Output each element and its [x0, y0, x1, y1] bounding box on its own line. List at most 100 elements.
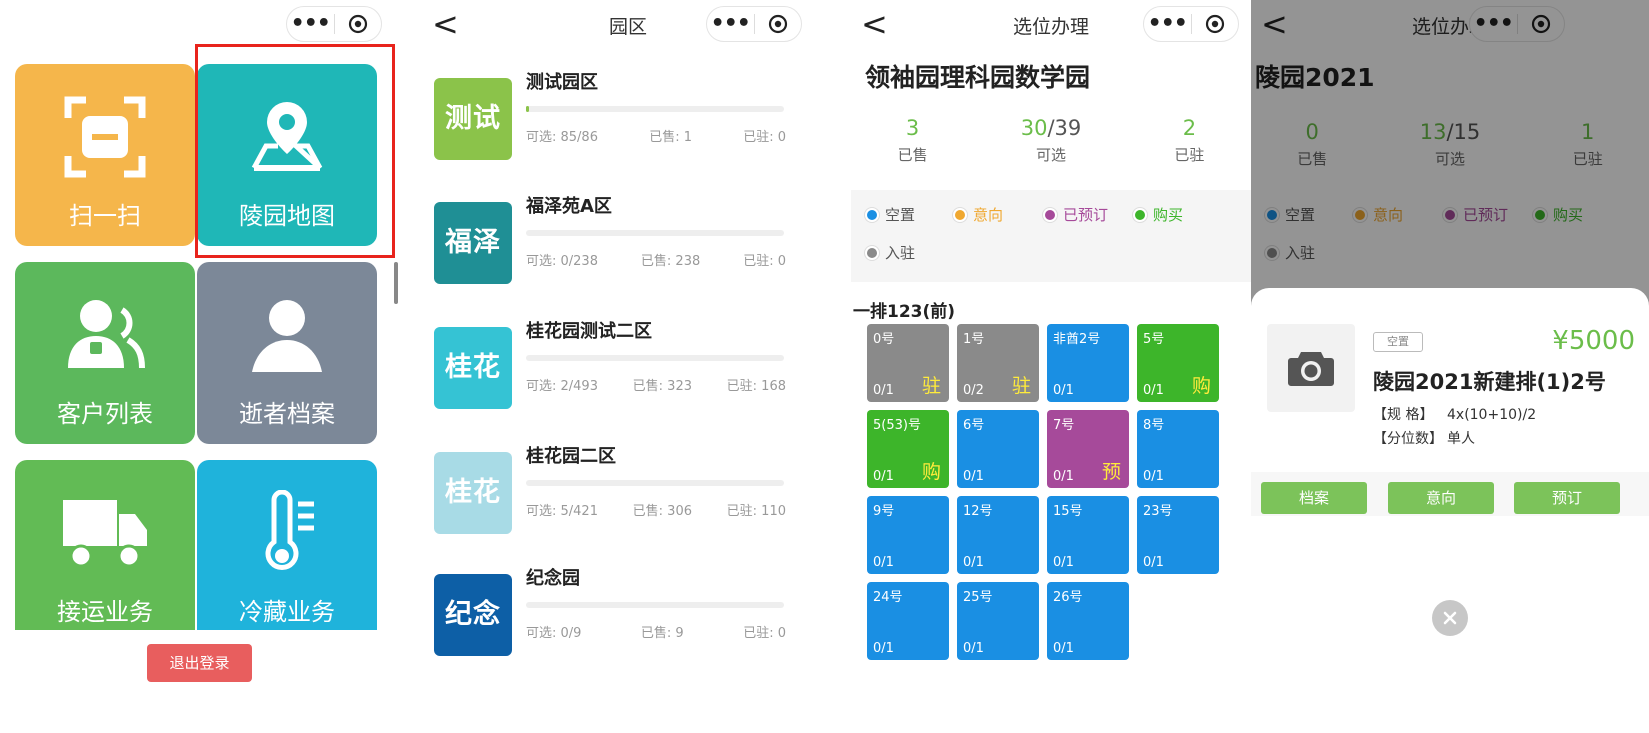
- navbar: < 选位办理 •••: [851, 0, 1251, 48]
- stat-available-value: 30: [1020, 116, 1048, 140]
- plot-cell[interactable]: 23号 0/1: [1137, 496, 1219, 574]
- more-icon[interactable]: •••: [707, 6, 754, 42]
- plot-number: 9号: [873, 504, 895, 519]
- progress-bar: [526, 230, 784, 236]
- action-bar: 档案 意向 预订: [1251, 472, 1649, 516]
- list-item[interactable]: 测试 测试园区 可选: 85/86 已售: 1 已驻: 0: [414, 64, 842, 188]
- navbar: < 园区 •••: [414, 0, 842, 48]
- miniprogram-capsule: •••: [286, 6, 382, 42]
- plot-name: 陵园2021新建排(1)2号: [1373, 370, 1606, 394]
- plot-count: 0/2: [963, 383, 984, 398]
- plot-number: 5(53)号: [873, 418, 921, 433]
- thermometer-icon: [244, 489, 330, 580]
- close-miniprogram-icon[interactable]: [1192, 14, 1239, 34]
- miniprogram-capsule: •••: [706, 6, 802, 42]
- highlight-box: [195, 44, 395, 258]
- close-miniprogram-icon[interactable]: [335, 14, 382, 34]
- stat-occupied: 2 已驻: [1174, 116, 1204, 165]
- list-item[interactable]: 桂花 桂花园测试二区 可选: 2/493 已售: 323 已驻: 168: [414, 313, 842, 437]
- plot-count: 0/1: [1053, 641, 1074, 656]
- plot-cell[interactable]: 5号 0/1 购: [1137, 324, 1219, 402]
- archive-button[interactable]: 档案: [1261, 482, 1367, 514]
- plot-number: 24号: [873, 590, 903, 605]
- stat-available: 可选: 5/421: [526, 504, 598, 519]
- plot-number: 7号: [1053, 418, 1075, 433]
- plot-cell[interactable]: 8号 0/1: [1137, 410, 1219, 488]
- more-icon[interactable]: •••: [1144, 6, 1191, 42]
- scrollbar[interactable]: [394, 262, 398, 304]
- legend-dot-icon: [953, 207, 967, 222]
- legend-dot-icon: [1133, 207, 1147, 222]
- footer: 退出登录: [0, 630, 400, 733]
- plot-detail-screen: < 选位办理 ••• 陵园2021 0 已售 13/15 可选 1 已驻 空置意…: [1251, 0, 1649, 733]
- stat-occupied: 已驻: 0: [743, 254, 786, 269]
- park-badge: 桂花: [434, 327, 512, 409]
- plot-cell[interactable]: 9号 0/1: [867, 496, 949, 574]
- stat-occupied: 已驻: 0: [743, 626, 786, 641]
- status-legend: 空置 意向 已预订 购买 入驻: [851, 190, 1251, 282]
- close-miniprogram-icon[interactable]: [755, 14, 802, 34]
- park-list-screen: < 园区 ••• 测试 测试园区 可选: 85/86 已售: 1 已驻: 0 福泽 福泽苑A…: [414, 0, 842, 733]
- stat-available: 可选: 0/9: [526, 626, 582, 641]
- park-name: 纪念园: [526, 568, 580, 589]
- plot-cell[interactable]: 25号 0/1: [957, 582, 1039, 660]
- logout-button[interactable]: 退出登录: [147, 644, 252, 682]
- stat-occupied: 已驻: 168: [726, 379, 786, 394]
- plot-photo[interactable]: [1267, 324, 1355, 412]
- plot-cell[interactable]: 0号 0/1 驻: [867, 324, 949, 402]
- intent-button[interactable]: 意向: [1388, 482, 1494, 514]
- reserve-button[interactable]: 预订: [1514, 482, 1620, 514]
- park-stats: 可选: 0/238 已售: 238 已驻: 0: [526, 250, 786, 269]
- stat-occupied: 已驻: 0: [743, 130, 786, 145]
- tile-customers[interactable]: 客户列表: [15, 262, 195, 444]
- tile-label: 客户列表: [57, 400, 153, 428]
- plot-cell[interactable]: 6号 0/1: [957, 410, 1039, 488]
- count-key: 【分位数】: [1373, 431, 1443, 447]
- area-title: 领袖园理科园数学园: [865, 63, 1091, 92]
- list-item[interactable]: 纪念 纪念园 可选: 0/9 已售: 9 已驻: 0: [414, 560, 842, 684]
- stat-occupied: 已驻: 110: [726, 504, 786, 519]
- plot-number: 6号: [963, 418, 985, 433]
- progress-bar: [526, 480, 784, 486]
- plot-cell[interactable]: 26号 0/1: [1047, 582, 1129, 660]
- tile-scan[interactable]: 扫一扫: [15, 64, 195, 246]
- plot-cell[interactable]: 24号 0/1: [867, 582, 949, 660]
- truck-icon: [59, 490, 151, 580]
- legend-label: 意向: [973, 206, 1004, 224]
- progress-fill: [526, 106, 529, 112]
- plot-count: 0/1: [1143, 469, 1164, 484]
- tile-truck[interactable]: 接运业务: [15, 460, 195, 642]
- stat-available-label: 可选: [1035, 146, 1066, 164]
- close-sheet-button[interactable]: [1432, 600, 1468, 636]
- scan-icon: [62, 94, 148, 184]
- plot-cell[interactable]: 非酋2号 0/1: [1047, 324, 1129, 402]
- legend-item: 入驻: [865, 242, 915, 263]
- plot-number: 0号: [873, 332, 895, 347]
- tile-person[interactable]: 逝者档案: [197, 262, 377, 444]
- legend-dot-icon: [865, 207, 879, 222]
- plot-cell[interactable]: 7号 0/1 预: [1047, 410, 1129, 488]
- stat-sold: 已售: 1: [649, 130, 692, 145]
- stat-total-value: /39: [1047, 116, 1082, 140]
- plot-number: 23号: [1143, 504, 1173, 519]
- progress-bar: [526, 106, 784, 112]
- plot-status: 购: [921, 461, 941, 483]
- plot-status: 驻: [1011, 375, 1031, 397]
- plot-cell[interactable]: 1号 0/2 驻: [957, 324, 1039, 402]
- stat-available: 30/39 可选: [1021, 116, 1082, 165]
- plot-cell[interactable]: 15号 0/1: [1047, 496, 1129, 574]
- list-item[interactable]: 福泽 福泽苑A区 可选: 0/238 已售: 238 已驻: 0: [414, 188, 842, 312]
- tile-thermometer[interactable]: 冷藏业务: [197, 460, 377, 642]
- plot-count: 0/1: [873, 469, 894, 484]
- person-icon: [244, 292, 330, 382]
- plot-count: 0/1: [963, 641, 984, 656]
- stat-occupied-label: 已驻: [1174, 146, 1205, 164]
- plot-number: 25号: [963, 590, 993, 605]
- list-item[interactable]: 桂花 桂花园二区 可选: 5/421 已售: 306 已驻: 110: [414, 438, 842, 562]
- more-icon[interactable]: •••: [287, 6, 334, 42]
- progress-bar: [526, 602, 784, 608]
- plot-cell[interactable]: 5(53)号 0/1 购: [867, 410, 949, 488]
- plot-cell[interactable]: 12号 0/1: [957, 496, 1039, 574]
- plot-number: 1号: [963, 332, 985, 347]
- price: ¥5000: [1552, 326, 1635, 356]
